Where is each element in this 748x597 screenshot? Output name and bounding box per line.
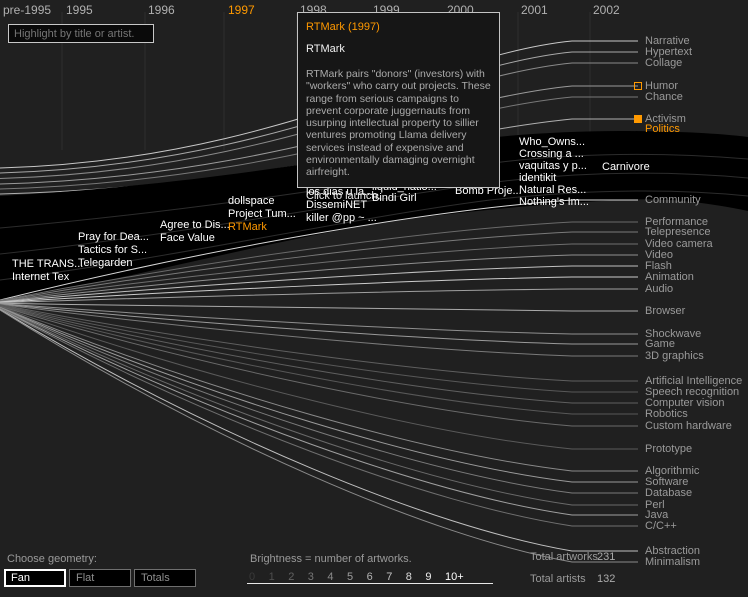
brightness-scale-value: 10+: [445, 571, 464, 583]
category-label-robotics[interactable]: Robotics: [645, 408, 688, 420]
category-label-c-c-[interactable]: C/C++: [645, 520, 677, 532]
category-label-3d-graphics[interactable]: 3D graphics: [645, 350, 704, 362]
total-artists-value: 132: [597, 573, 615, 585]
geometry-flat-button[interactable]: Flat: [69, 569, 131, 587]
artwork-label[interactable]: Carnivore: [602, 161, 650, 173]
category-fan-line[interactable]: [0, 309, 638, 526]
brightness-scale-value: 5: [347, 571, 353, 583]
tooltip-title: RTMark (1997): [306, 21, 491, 33]
brightness-scale-value: 1: [269, 571, 275, 583]
brightness-scale-value: 7: [386, 571, 392, 583]
artwork-label[interactable]: killer @pp ~ ...: [306, 212, 377, 224]
category-label-game[interactable]: Game: [645, 338, 675, 350]
artwork-label[interactable]: Crossing a ...: [519, 148, 584, 160]
category-label-prototype[interactable]: Prototype: [645, 443, 692, 455]
total-artworks-value: 231: [597, 551, 615, 563]
humor-marker-icon: [634, 82, 642, 90]
tooltip-launch-link[interactable]: Click to launch.: [306, 190, 491, 202]
year-label: 1995: [66, 3, 93, 17]
artwork-label[interactable]: identikit: [519, 172, 556, 184]
category-fan-line[interactable]: [0, 303, 638, 311]
category-label-database[interactable]: Database: [645, 487, 692, 499]
artwork-label[interactable]: Natural Res...: [519, 184, 586, 196]
category-label-browser[interactable]: Browser: [645, 305, 685, 317]
category-fan-line[interactable]: [0, 310, 638, 551]
artwork-label[interactable]: Who_Owns...: [519, 136, 585, 148]
artwork-label[interactable]: Tactics for S...: [78, 244, 147, 256]
year-label: pre-1995: [3, 3, 51, 17]
brightness-scale-value: 9: [425, 571, 431, 583]
artwork-label[interactable]: Telegarden: [78, 257, 132, 269]
year-label: 1996: [148, 3, 175, 17]
total-artists-label: Total artists: [530, 573, 586, 585]
brightness-scale-rule: [247, 583, 493, 584]
artwork-label[interactable]: Pray for Dea...: [78, 231, 149, 243]
artwork-label[interactable]: Agree to Dis...: [160, 219, 230, 231]
brightness-scale-value: 6: [367, 571, 373, 583]
year-label: 1997: [228, 3, 255, 17]
category-label-telepresence[interactable]: Telepresence: [645, 226, 710, 238]
brightness-legend-label: Brightness = number of artworks.: [250, 553, 412, 565]
brightness-scale-value: 8: [406, 571, 412, 583]
brightness-scale-value: 0: [249, 571, 255, 583]
artwork-label[interactable]: dollspace: [228, 195, 274, 207]
artwork-label[interactable]: Internet Tex: [12, 271, 69, 283]
artwork-label[interactable]: Nothing's Im...: [519, 196, 589, 208]
artwork-label[interactable]: Project Tum...: [228, 208, 296, 220]
category-label-politics[interactable]: Politics: [645, 123, 680, 135]
category-label-custom-hardware[interactable]: Custom hardware: [645, 420, 732, 432]
category-label-community[interactable]: Community: [645, 194, 701, 206]
year-label: 2001: [521, 3, 548, 17]
activism-marker-icon: [634, 115, 642, 123]
geometry-totals-button[interactable]: Totals: [134, 569, 196, 587]
category-label-animation[interactable]: Animation: [645, 271, 694, 283]
category-label-chance[interactable]: Chance: [645, 91, 683, 103]
artwork-tooltip[interactable]: RTMark (1997) RTMark RTMark pairs "donor…: [297, 12, 500, 188]
brightness-scale-value: 4: [327, 571, 333, 583]
geometry-fan-button[interactable]: Fan: [4, 569, 66, 587]
idea-line-visualization: pre-199519951996199719981999200020012002…: [0, 0, 748, 597]
total-artworks-label: Total artworks: [530, 551, 598, 563]
category-fan-line[interactable]: [0, 310, 638, 562]
tooltip-artist: RTMark: [306, 43, 491, 55]
artwork-label[interactable]: Face Value: [160, 232, 215, 244]
category-label-collage[interactable]: Collage: [645, 57, 682, 69]
category-label-audio[interactable]: Audio: [645, 283, 673, 295]
artwork-label[interactable]: vaquitas y p...: [519, 160, 587, 172]
search-input[interactable]: [8, 24, 154, 43]
category-fan-line[interactable]: [0, 307, 638, 471]
category-fan-line[interactable]: [0, 308, 638, 505]
brightness-scale-value: 2: [288, 571, 294, 583]
year-label: 2002: [593, 3, 620, 17]
brightness-scale-value: 3: [308, 571, 314, 583]
tooltip-description: RTMark pairs "donors" (investors) with "…: [306, 68, 494, 179]
choose-geometry-label: Choose geometry:: [7, 553, 97, 565]
artwork-label[interactable]: RTMark: [228, 221, 267, 233]
artwork-label[interactable]: THE TRANS...: [12, 258, 83, 270]
category-label-minimalism[interactable]: Minimalism: [645, 556, 700, 568]
